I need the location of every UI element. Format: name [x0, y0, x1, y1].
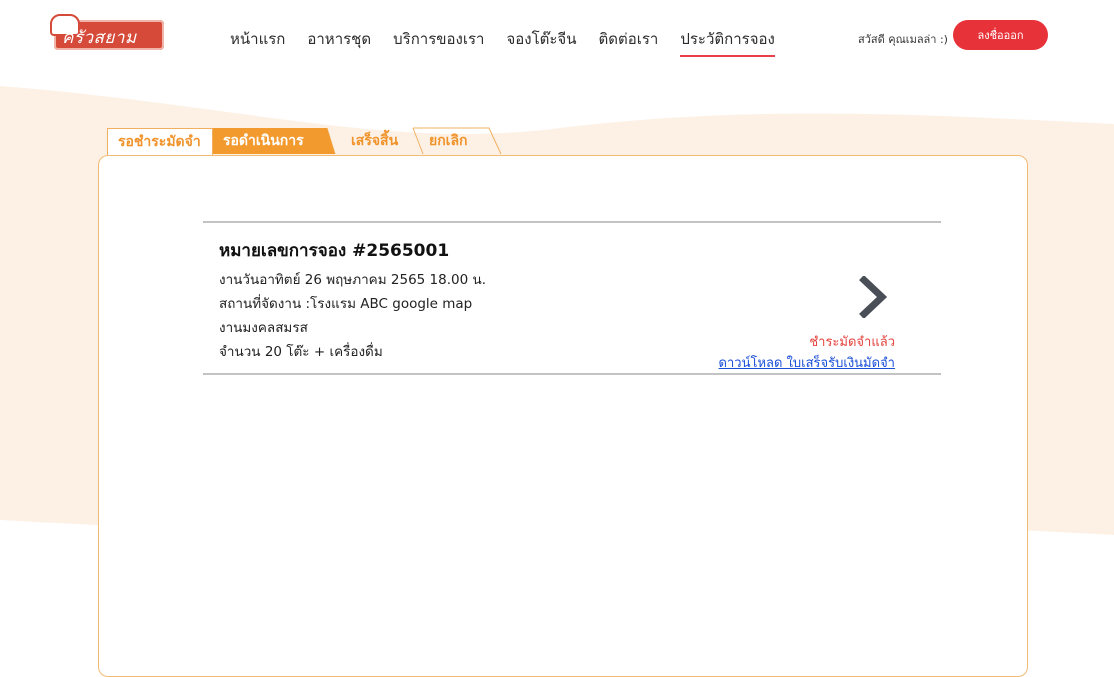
main-nav: หน้าแรก อาหารชุด บริการของเรา จองโต๊ะจีน… [230, 27, 797, 57]
user-greeting: สวัสดี คุณเมลล่า :) [858, 33, 948, 46]
logout-button[interactable]: ลงชื่อออก [953, 20, 1048, 50]
booking-event-type: งานมงคลสมรส [219, 320, 308, 336]
booking-venue: สถานที่จัดงาน :โรงแรม ABC google map [219, 296, 473, 312]
download-receipt-link[interactable]: ดาวน์โหลด ใบเสร็จรับเงินมัดจำ [719, 352, 895, 373]
tab-cancelled[interactable]: ยกเลิก [419, 128, 499, 154]
booking-number: หมายเลขการจอง #2565001 [219, 241, 450, 261]
nav-item-services[interactable]: บริการของเรา [393, 27, 484, 57]
nav-item-set-menu[interactable]: อาหารชุด [307, 27, 371, 57]
booking-list-card: หมายเลขการจอง #2565001 งานวันอาทิตย์ 26 … [98, 155, 1028, 677]
tab-in-progress[interactable]: รอดำเนินการ [213, 128, 331, 154]
site-logo[interactable]: ครัวสยาม [46, 14, 164, 50]
deposit-status: ชำระมัดจำแล้ว [809, 335, 895, 350]
booking-amount: จำนวน 20 โต๊ะ + เครื่องดื่ม [219, 344, 383, 360]
chevron-right-icon[interactable] [858, 276, 888, 318]
booking-item[interactable]: หมายเลขการจอง #2565001 งานวันอาทิตย์ 26 … [203, 221, 941, 375]
tab-awaiting-deposit[interactable]: รอชำระมัดจำ [107, 128, 213, 155]
nav-item-booking-history[interactable]: ประวัติการจอง [680, 27, 775, 57]
nav-item-book-table[interactable]: จองโต๊ะจีน [506, 27, 576, 57]
booking-date: งานวันอาทิตย์ 26 พฤษภาคม 2565 18.00 น. [219, 272, 487, 288]
tab-completed[interactable]: เสร็จสิ้น [341, 128, 421, 154]
nav-item-contact[interactable]: ติดต่อเรา [598, 27, 658, 57]
logo-text: ครัวสยาม [62, 28, 137, 48]
nav-item-home[interactable]: หน้าแรก [230, 27, 285, 57]
